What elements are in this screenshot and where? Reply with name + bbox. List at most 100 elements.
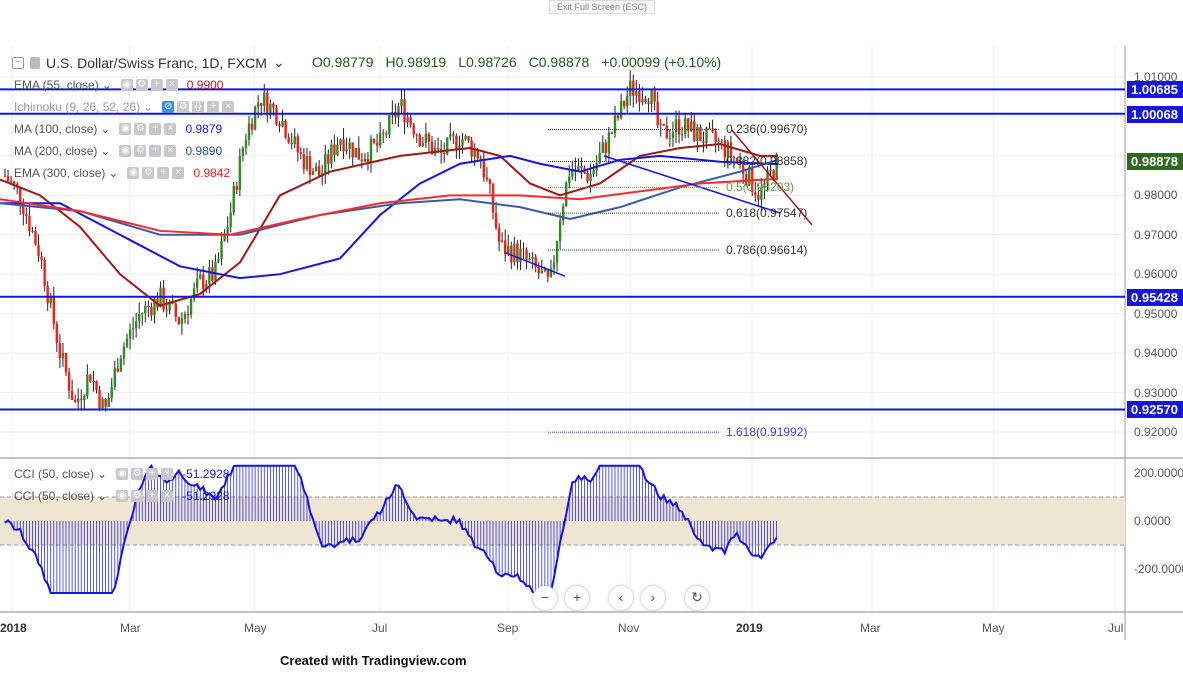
candle	[644, 96, 647, 104]
add-icon[interactable]: +	[207, 101, 220, 113]
candle	[220, 231, 223, 266]
indicator-value: -51.2928	[182, 467, 230, 481]
visibility-icon[interactable]: ◉	[119, 145, 132, 157]
candle	[632, 74, 635, 108]
add-icon[interactable]: +	[146, 468, 159, 480]
settings-icon[interactable]: ⚙	[131, 490, 144, 502]
symbol-name[interactable]: U.S. Dollar/Swiss Franc, 1D, FXCM	[46, 55, 267, 71]
indicator-label[interactable]: CCI (50, close)	[14, 467, 94, 481]
add-icon[interactable]: +	[157, 167, 170, 179]
candle	[500, 232, 504, 243]
visibility-icon[interactable]: ◉	[127, 167, 140, 179]
candle	[449, 122, 452, 141]
high-value: H0.98919	[385, 54, 447, 70]
candle	[314, 162, 318, 172]
close-icon[interactable]: ×	[172, 167, 185, 179]
indicator-legend[interactable]: MA (100, close) ⌄ ◉ ⚙ + × 0.9879	[14, 122, 222, 136]
candle	[714, 128, 717, 153]
fib-level-label: 0.5(0.98203)	[726, 180, 795, 195]
chevron-down-icon[interactable]: ⌄	[100, 122, 110, 136]
chevron-down-icon[interactable]: ⌄	[108, 166, 118, 180]
indicator-legend[interactable]: EMA (55, close) ⌄ ◉ ⚙ + × 0.9900	[14, 78, 223, 92]
visibility-icon[interactable]: ◉	[120, 79, 133, 91]
candle	[122, 342, 126, 366]
settings-icon[interactable]: ⚙	[131, 468, 144, 480]
visibility-icon[interactable]: ⊘	[162, 101, 175, 113]
chevron-down-icon[interactable]: ⌄	[100, 144, 110, 158]
chevron-down-icon[interactable]: ⌄	[102, 78, 112, 92]
candle	[253, 105, 257, 131]
add-icon[interactable]: +	[149, 123, 162, 135]
zoom-in-button[interactable]: +	[565, 586, 589, 610]
cci-legend[interactable]: CCI (50, close) ⌄ ◉ ⚙ + × -51.2928	[14, 489, 229, 503]
candle	[330, 139, 333, 169]
candle	[131, 316, 135, 340]
add-icon[interactable]: +	[150, 79, 163, 91]
indicator-label[interactable]: EMA (300, close)	[14, 166, 105, 180]
indicator-label[interactable]: MA (100, close)	[14, 122, 97, 136]
add-icon[interactable]: +	[149, 145, 162, 157]
close-icon[interactable]: ×	[164, 123, 177, 135]
candle	[665, 116, 669, 140]
indicator-label[interactable]: EMA (55, close)	[14, 78, 99, 92]
chevron-down-icon[interactable]: ⌄	[273, 54, 285, 71]
scroll-left-button[interactable]: ‹	[609, 586, 633, 610]
settings-icon[interactable]: ⚙	[177, 101, 190, 113]
candle	[49, 292, 52, 309]
visibility-icon[interactable]: ◉	[116, 490, 129, 502]
candle	[159, 281, 162, 308]
footer-credit: Created with Tradingview.com	[280, 653, 467, 668]
settings-icon[interactable]: ⚙	[135, 79, 148, 91]
candle	[443, 142, 446, 163]
close-icon[interactable]: ×	[222, 101, 235, 113]
candle	[95, 380, 98, 394]
candle	[577, 158, 580, 172]
candle	[696, 124, 699, 153]
indicator-label[interactable]: MA (200, close)	[14, 144, 97, 158]
settings-icon[interactable]: ⚙	[134, 145, 147, 157]
cci-legend[interactable]: CCI (50, close) ⌄ ◉ ⚙ + × -51.2928	[14, 467, 229, 481]
close-icon[interactable]: ×	[164, 145, 177, 157]
candle	[98, 385, 101, 411]
close-icon[interactable]: ×	[165, 79, 178, 91]
candle	[488, 178, 492, 194]
scroll-right-button[interactable]: ›	[641, 586, 665, 610]
candle	[385, 130, 388, 139]
close-icon[interactable]: ×	[161, 490, 174, 502]
chevron-down-icon[interactable]: ⌄	[97, 467, 107, 481]
candle	[400, 90, 403, 115]
settings-icon[interactable]: ⚙	[142, 167, 155, 179]
candle	[296, 133, 299, 162]
close-value: C0.98878	[528, 54, 590, 70]
indicator-label[interactable]: CCI (50, close)	[14, 489, 94, 503]
candle	[77, 388, 80, 409]
candle	[635, 80, 638, 104]
chevron-down-icon[interactable]: ⌄	[143, 100, 153, 114]
indicator-legend[interactable]: Ichimoku (9, 26, 52, 26) ⌄ ⊘ ⚙{} + ×	[14, 100, 243, 114]
fib-level-label: 0.618(0.97547)	[726, 206, 808, 221]
candle	[378, 122, 382, 149]
add-icon[interactable]: +	[146, 490, 159, 502]
indicator-legend[interactable]: MA (200, close) ⌄ ◉ ⚙ + × 0.9890	[14, 144, 222, 158]
collapse-icon[interactable]: −	[12, 56, 24, 69]
indicator-legend[interactable]: EMA (300, close) ⌄ ◉ ⚙ + × 0.9842	[14, 166, 230, 180]
reset-button[interactable]: ↻	[685, 586, 709, 610]
indicator-value: 0.9900	[186, 78, 224, 92]
settings-icon[interactable]: ⚙	[134, 123, 147, 135]
price-tick: 0.94000	[1134, 346, 1178, 361]
chevron-down-icon[interactable]: ⌄	[97, 489, 107, 503]
visibility-icon[interactable]: ◉	[116, 468, 129, 480]
candle	[482, 150, 486, 182]
price-tick: 1.01000	[1134, 70, 1178, 84]
candle	[699, 124, 702, 142]
candle	[519, 239, 522, 271]
indicator-label[interactable]: Ichimoku (9, 26, 52, 26)	[14, 100, 140, 114]
time-label: 2019	[736, 621, 763, 635]
zoom-out-button[interactable]: −	[533, 586, 557, 610]
close-icon[interactable]: ×	[161, 468, 174, 480]
candle	[687, 118, 690, 139]
source-icon[interactable]: {}	[192, 101, 205, 113]
visibility-icon[interactable]: ◉	[119, 123, 132, 135]
candle	[43, 257, 46, 292]
candle	[528, 252, 531, 261]
